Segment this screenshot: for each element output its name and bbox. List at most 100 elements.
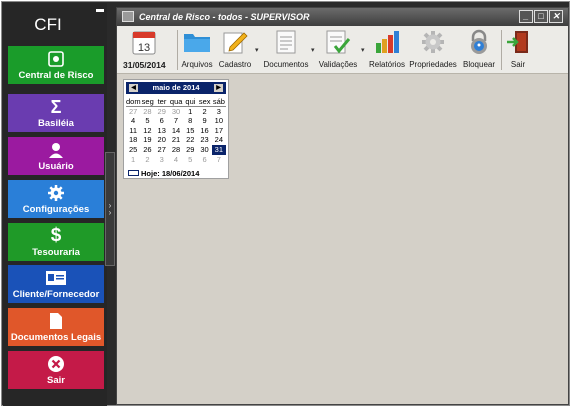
toolbar-label: Validações: [318, 60, 358, 69]
sidebar-minimize-button[interactable]: [96, 9, 104, 12]
tile-central-de-risco[interactable]: Central de Risco: [8, 46, 104, 84]
calendar-prev-month-button[interactable]: ◀: [129, 84, 138, 92]
calendar-day[interactable]: 14: [169, 126, 183, 136]
calendar-day[interactable]: 23: [197, 135, 211, 145]
cadastro-dropdown-arrow-icon[interactable]: ▾: [255, 46, 259, 54]
toolbar-propriedades-button[interactable]: Propriedades: [408, 27, 458, 69]
toolbar: 13 31/05/2014 Arquivos Cadastro ▾ Docume…: [117, 26, 568, 74]
toolbar-label: Propriedades: [409, 60, 457, 69]
sidebar-collapse-handle[interactable]: › ›: [105, 152, 115, 266]
toolbar-validacoes-button[interactable]: Validações: [317, 27, 359, 69]
calendar-day[interactable]: 11: [126, 126, 140, 136]
user-icon: [8, 140, 104, 160]
calendar-day[interactable]: 12: [140, 126, 154, 136]
calendar-day[interactable]: 6: [155, 116, 169, 126]
calendar-day[interactable]: 25: [126, 145, 140, 155]
calendar-day[interactable]: 19: [140, 135, 154, 145]
toolbar-relatorios-button[interactable]: Relatórios: [368, 27, 406, 69]
calendar-day[interactable]: 3: [212, 107, 226, 117]
calendar-day[interactable]: 10: [212, 116, 226, 126]
checklist-icon: [317, 27, 359, 57]
calendar-day[interactable]: 7: [169, 116, 183, 126]
calendar-day[interactable]: 2: [197, 107, 211, 117]
toolbar-arquivos-button[interactable]: Arquivos: [179, 27, 215, 69]
calendar-header: ◀ maio de 2014 ▶: [126, 82, 226, 94]
toolbar-label: Arquivos: [181, 60, 213, 69]
folder-icon: [179, 27, 215, 57]
calendar-day[interactable]: 6: [197, 155, 211, 165]
calendar-month-label: maio de 2014: [152, 83, 200, 92]
sigma-icon: Σ: [50, 96, 62, 117]
weekday-label: ter: [154, 97, 170, 107]
calendar-day[interactable]: 28: [169, 145, 183, 155]
toolbar-label: Relatórios: [368, 60, 405, 69]
calendar-day[interactable]: 13: [155, 126, 169, 136]
calendar-day[interactable]: 29: [155, 107, 169, 117]
calendar-day[interactable]: 29: [183, 145, 197, 155]
tile-sair[interactable]: Sair: [8, 351, 104, 389]
calendar-day[interactable]: 20: [155, 135, 169, 145]
calendar-day[interactable]: 27: [126, 107, 140, 117]
calendar-day[interactable]: 15: [183, 126, 197, 136]
calendar-day[interactable]: 7: [212, 155, 226, 165]
calendar-week-row: 4 5 6 7 8 9 10: [126, 116, 226, 126]
toolbar-documentos-button[interactable]: Documentos: [263, 27, 309, 69]
window-maximize-button[interactable]: □: [534, 10, 548, 23]
tile-basileia[interactable]: Σ Basiléia: [8, 94, 104, 132]
calendar-day[interactable]: 17: [212, 126, 226, 136]
calendar-day[interactable]: 9: [197, 116, 211, 126]
calendar-day[interactable]: 4: [126, 116, 140, 126]
calendar-day[interactable]: 21: [169, 135, 183, 145]
tile-tesouraria[interactable]: $ Tesouraria: [8, 223, 104, 261]
tile-label: Configurações: [22, 204, 90, 215]
calendar-day[interactable]: 18: [126, 135, 140, 145]
toolbar-bloquear-button[interactable]: Bloquear: [460, 27, 498, 69]
calendar-day[interactable]: 8: [183, 116, 197, 126]
calendar-day[interactable]: 4: [169, 155, 183, 165]
tile-usuario[interactable]: Usuário: [8, 137, 104, 175]
app-title: CFI: [34, 15, 62, 34]
validacoes-dropdown-arrow-icon[interactable]: ▾: [361, 46, 365, 54]
window-close-button[interactable]: ✕: [549, 10, 563, 23]
toolbar-label: Documentos: [263, 60, 309, 69]
tile-documentos-legais[interactable]: Documentos Legais: [8, 308, 104, 346]
calendar-today-link[interactable]: Hoje: 18/06/2014: [141, 169, 199, 178]
calendar-day[interactable]: 24: [212, 135, 226, 145]
window-titlebar[interactable]: Central de Risco - todos - SUPERVISOR _ …: [117, 8, 568, 26]
weekday-label: qui: [183, 97, 198, 107]
calendar-grid: dom seg ter qua qui sex sáb 27 28 29 30 …: [126, 97, 226, 164]
calendar-day[interactable]: 3: [155, 155, 169, 165]
toolbar-cadastro-button[interactable]: Cadastro: [217, 27, 253, 69]
id-card-icon: [8, 268, 104, 288]
calendar-day[interactable]: 2: [140, 155, 154, 165]
pencil-note-icon: [217, 27, 253, 57]
documentos-dropdown-arrow-icon[interactable]: ▾: [311, 46, 315, 54]
window-minimize-button[interactable]: _: [519, 10, 533, 23]
calendar-week-row: 27 28 29 30 1 2 3: [126, 107, 226, 117]
weekday-label: qua: [169, 97, 184, 107]
calendar-week-row: 25 26 27 28 29 30 31: [126, 144, 226, 155]
calendar-day[interactable]: 1: [183, 107, 197, 117]
toolbar-label: Bloquear: [462, 60, 496, 69]
calendar-day[interactable]: 1: [126, 155, 140, 165]
calendar-day[interactable]: 16: [197, 126, 211, 136]
tile-label: Central de Risco: [18, 70, 94, 81]
app-frame: CFI Central de Risco Σ Basiléia Usuário …: [1, 1, 570, 406]
calendar-day[interactable]: 28: [140, 107, 154, 117]
calendar-day[interactable]: 27: [155, 145, 169, 155]
close-circle-icon: [8, 354, 104, 374]
calendar-day[interactable]: 30: [169, 107, 183, 117]
calendar-day[interactable]: 30: [197, 145, 211, 155]
toolbar-separator: [501, 30, 502, 70]
calendar-next-month-button[interactable]: ▶: [214, 84, 223, 92]
calendar-day-selected[interactable]: 31: [211, 144, 226, 155]
calendar-day[interactable]: 5: [140, 116, 154, 126]
calendar-day[interactable]: 26: [140, 145, 154, 155]
calendar-day[interactable]: 5: [183, 155, 197, 165]
toolbar-date-button[interactable]: 13 31/05/2014: [123, 27, 166, 70]
tile-configuracoes[interactable]: Configurações: [8, 180, 104, 218]
tile-cliente-fornecedor[interactable]: Cliente/Fornecedor: [8, 265, 104, 303]
toolbar-sair-button[interactable]: Sair: [503, 27, 533, 69]
weekday-label: sáb: [211, 97, 226, 107]
calendar-day[interactable]: 22: [183, 135, 197, 145]
